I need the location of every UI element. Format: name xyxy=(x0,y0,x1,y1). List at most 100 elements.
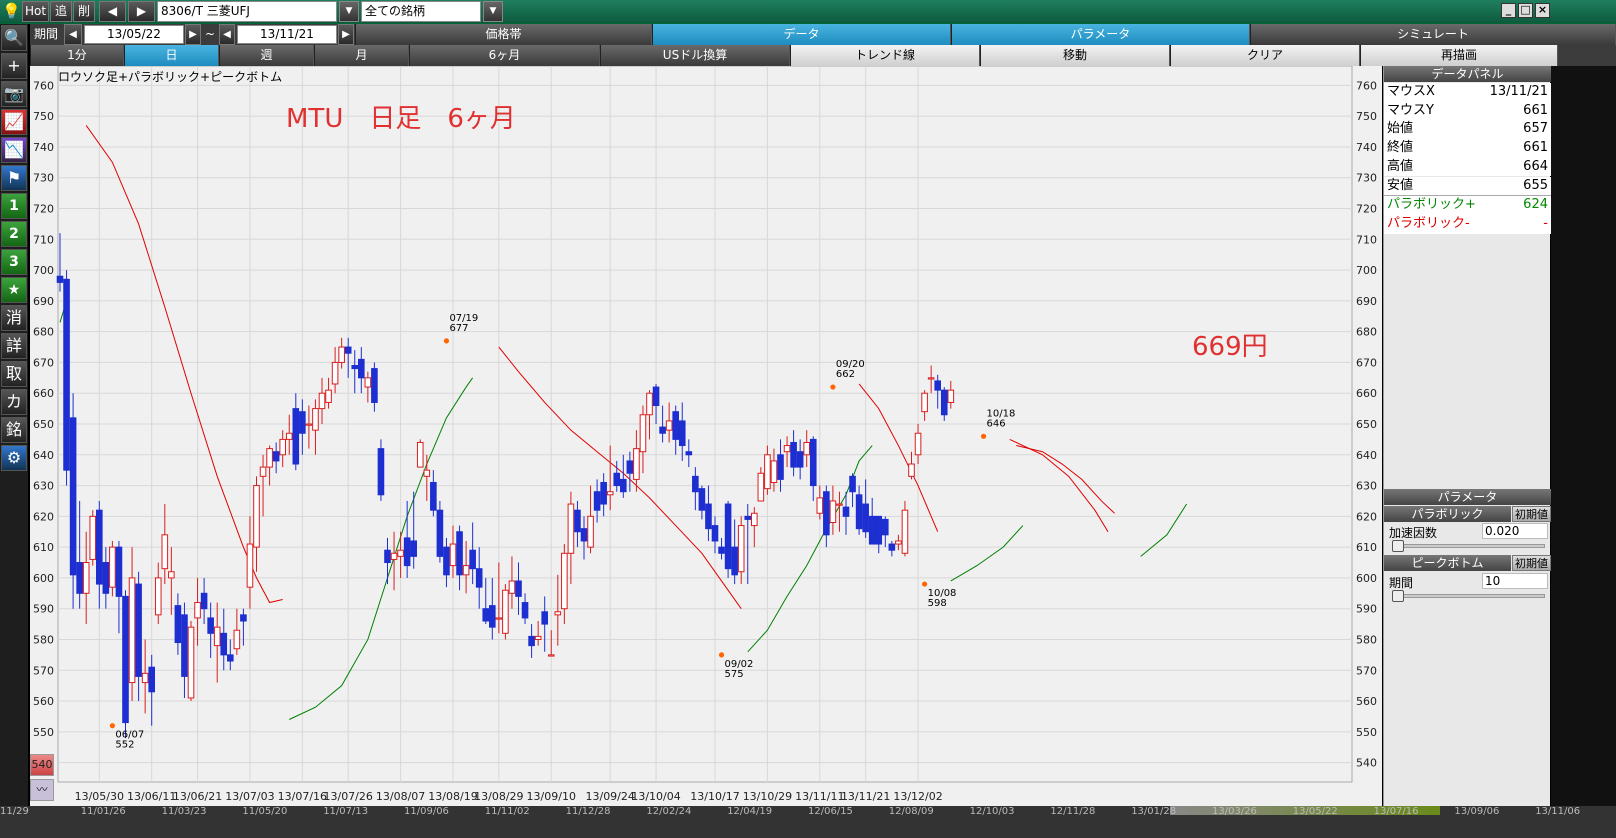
candle-body[interactable] xyxy=(115,546,123,597)
candle-body[interactable] xyxy=(233,629,241,650)
candle-body[interactable] xyxy=(587,515,594,548)
candle-body[interactable] xyxy=(633,448,640,480)
period-slider[interactable] xyxy=(1392,594,1545,598)
candle-body[interactable] xyxy=(200,592,208,610)
candle-body[interactable] xyxy=(927,377,935,380)
candle-body[interactable] xyxy=(574,509,581,533)
candle-body[interactable] xyxy=(882,518,889,536)
candle-body[interactable] xyxy=(410,540,417,557)
candle-body[interactable] xyxy=(567,503,575,554)
candle-body[interactable] xyxy=(613,472,621,487)
tab-price-range[interactable]: 価格帯 xyxy=(355,24,652,45)
candle-body[interactable] xyxy=(102,562,110,594)
candle-body[interactable] xyxy=(875,515,883,545)
candle-body[interactable] xyxy=(711,525,719,542)
accel-factor-input[interactable]: 0.020 xyxy=(1482,523,1548,539)
candle-body[interactable] xyxy=(862,503,869,533)
tab-6months[interactable]: 6ヶ月 xyxy=(409,45,600,66)
candle-body[interactable] xyxy=(757,472,765,502)
tab-usd-convert[interactable]: USドル換算 xyxy=(600,45,790,66)
flag-icon[interactable]: ⚑ xyxy=(1,165,27,191)
candle-body[interactable] xyxy=(423,469,431,477)
candle-body[interactable] xyxy=(947,389,955,403)
candle-body[interactable] xyxy=(469,549,476,570)
lightbulb-icon[interactable]: 💡 xyxy=(2,1,21,22)
tab-parameters[interactable]: パラメータ xyxy=(951,24,1250,45)
candle-body[interactable] xyxy=(534,635,542,640)
erase-button[interactable]: 消 xyxy=(1,305,27,331)
period-param-input[interactable]: 10 xyxy=(1482,573,1548,589)
candle-body[interactable] xyxy=(148,666,156,693)
candle-body[interactable] xyxy=(908,463,915,477)
tab-redraw[interactable]: 再描画 xyxy=(1360,45,1558,66)
candle-body[interactable] xyxy=(751,512,758,527)
candle-body[interactable] xyxy=(901,509,909,554)
prev-arrow-icon[interactable]: ◀ xyxy=(99,1,126,22)
tab-trend-line[interactable]: トレンド線 xyxy=(790,45,980,66)
candle-body[interactable] xyxy=(895,540,902,545)
prev-date-icon[interactable]: ◀ xyxy=(219,24,235,45)
candle-body[interactable] xyxy=(272,451,280,462)
tab-weekly[interactable]: 週 xyxy=(219,45,314,66)
mini-chart-icon[interactable]: 〰 xyxy=(30,779,54,801)
candle-body[interactable] xyxy=(109,546,116,588)
candle-body[interactable] xyxy=(921,392,928,413)
candle-body[interactable] xyxy=(96,509,103,585)
candle-body[interactable] xyxy=(849,475,856,493)
candle-body[interactable] xyxy=(403,537,411,567)
candle-body[interactable] xyxy=(338,346,345,363)
candle-body[interactable] xyxy=(541,611,548,625)
peak-bottom-reset-button[interactable]: 初期値 xyxy=(1512,555,1551,571)
candle-body[interactable] xyxy=(783,445,791,453)
candle-body[interactable] xyxy=(665,420,673,431)
candle-body[interactable] xyxy=(430,481,437,511)
mini-scale-button[interactable]: 540 xyxy=(30,754,54,776)
candle-body[interactable] xyxy=(836,503,843,506)
candle-body[interactable] xyxy=(934,380,942,391)
candle-body[interactable] xyxy=(76,562,83,594)
candle-body[interactable] xyxy=(371,368,378,403)
stock-filter-select[interactable]: 全ての銘柄 xyxy=(361,1,481,22)
candle-body[interactable] xyxy=(724,503,732,570)
candle-body[interactable] xyxy=(436,509,444,557)
candle-body[interactable] xyxy=(384,549,391,564)
candle-body[interactable] xyxy=(154,577,162,616)
candle-body[interactable] xyxy=(803,441,811,456)
candle-body[interactable] xyxy=(705,503,712,530)
candle-body[interactable] xyxy=(89,515,97,560)
candle-body[interactable] xyxy=(416,441,424,468)
candle-body[interactable] xyxy=(449,543,457,567)
candle-body[interactable] xyxy=(502,589,509,634)
candle-body[interactable] xyxy=(141,672,149,684)
candle-body[interactable] xyxy=(475,568,483,588)
candle-body[interactable] xyxy=(227,654,234,662)
candle-body[interactable] xyxy=(259,466,267,477)
candle-body[interactable] xyxy=(816,497,824,514)
search-icon[interactable]: 🔍 xyxy=(1,25,27,51)
period-slider-thumb[interactable] xyxy=(1392,590,1404,602)
overview-timeline[interactable]: 11/29 11/01/26 11/03/23 11/05/20 11/07/13 11/… xyxy=(0,806,1616,838)
candle-body[interactable] xyxy=(135,583,142,677)
candle-body[interactable] xyxy=(698,488,706,511)
candle-body[interactable] xyxy=(777,454,784,480)
candle-body[interactable] xyxy=(829,500,837,524)
candle-body[interactable] xyxy=(744,515,752,520)
candle-body[interactable] xyxy=(56,275,64,283)
maximize-icon[interactable]: □ xyxy=(1518,3,1533,18)
candle-body[interactable] xyxy=(620,478,627,493)
tab-simulate[interactable]: シミュレート xyxy=(1250,24,1616,45)
candle-body[interactable] xyxy=(737,525,745,573)
candle-body[interactable] xyxy=(764,454,771,490)
sar-reset-button[interactable]: 初期値 xyxy=(1512,506,1551,522)
candle-body[interactable] xyxy=(561,552,568,610)
candle-body[interactable] xyxy=(580,528,588,542)
tab-daily[interactable]: 日 xyxy=(124,45,219,66)
crosshair-icon[interactable]: + xyxy=(1,53,27,79)
preset-3-button[interactable]: 3 xyxy=(1,249,27,275)
candle-body[interactable] xyxy=(240,614,247,622)
candle-body[interactable] xyxy=(266,448,273,468)
candle-body[interactable] xyxy=(331,361,339,385)
next-date-icon[interactable]: ▶ xyxy=(185,24,201,45)
tab-monthly[interactable]: 月 xyxy=(314,45,409,66)
preset-2-button[interactable]: 2 xyxy=(1,221,27,247)
